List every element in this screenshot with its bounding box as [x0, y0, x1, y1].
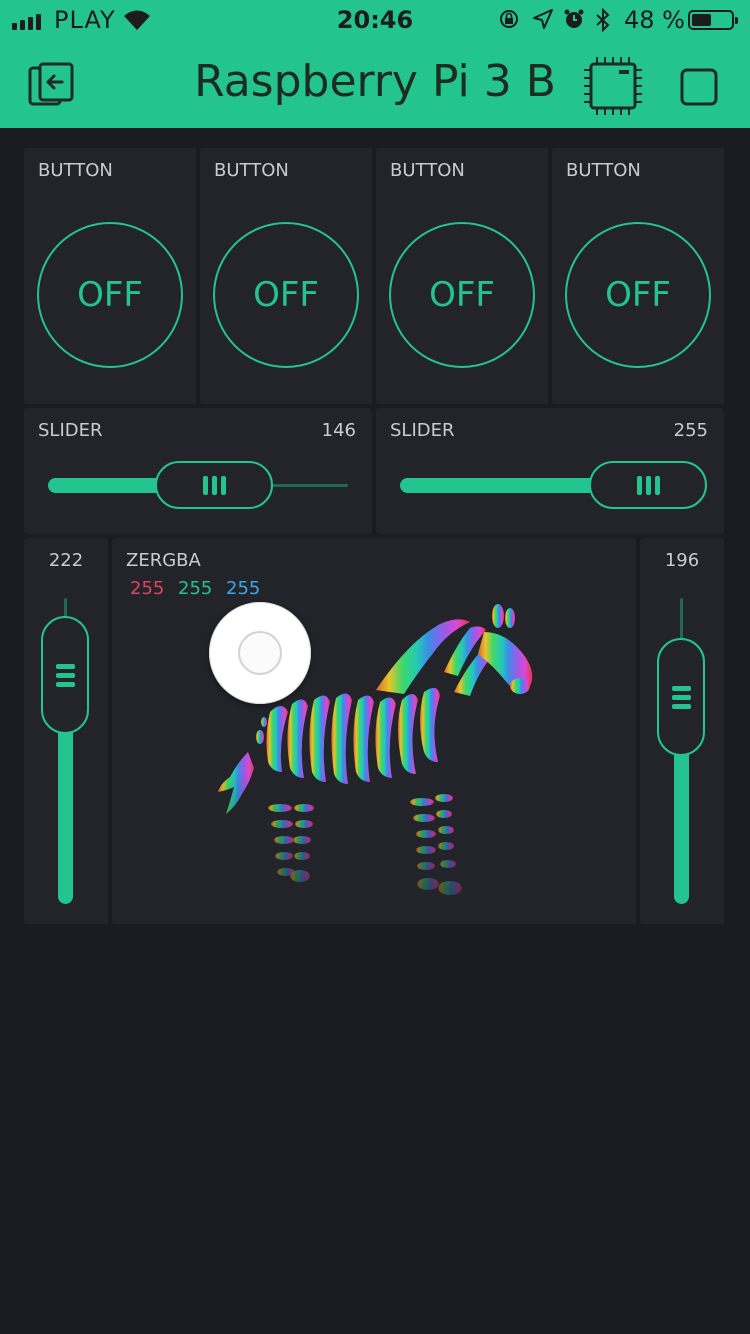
button-widget-2: BUTTON OFF [200, 148, 372, 404]
zergba-widget: ZERGBA 255 255 255 [112, 538, 636, 924]
button-widget-3: BUTTON OFF [376, 148, 548, 404]
status-bar: PLAY 20:46 48 % [0, 0, 750, 40]
widget-label: ZERGBA [126, 550, 201, 571]
red-value: 255 [130, 578, 165, 599]
battery-icon [688, 10, 738, 30]
widget-label: BUTTON [390, 160, 465, 181]
widget-label: BUTTON [38, 160, 113, 181]
power-button[interactable]: OFF [565, 222, 711, 368]
slider-handle[interactable] [589, 461, 707, 509]
orientation-lock-icon [500, 10, 518, 28]
green-value: 255 [178, 578, 213, 599]
slider-value: 146 [321, 420, 356, 441]
power-button[interactable]: OFF [37, 222, 183, 368]
slider-widget-1: SLIDER 146 [24, 408, 372, 534]
slider-widget-2: SLIDER 255 [376, 408, 724, 534]
power-button[interactable]: OFF [213, 222, 359, 368]
alarm-icon [564, 9, 584, 28]
power-button[interactable]: OFF [389, 222, 535, 368]
button-widget-4: BUTTON OFF [552, 148, 724, 404]
battery-percent: 48 % [624, 6, 685, 34]
color-picker-handle[interactable] [209, 602, 311, 704]
slider-value: 222 [48, 550, 84, 571]
slider-handle[interactable] [155, 461, 273, 509]
vertical-slider-widget-1: 222 [24, 538, 108, 924]
widget-label: BUTTON [566, 160, 641, 181]
slider-handle[interactable] [657, 638, 705, 756]
widget-label: SLIDER [390, 420, 455, 441]
app-header: PLAY 20:46 48 % Raspberry Pi 3 B [0, 0, 750, 128]
widget-label: SLIDER [38, 420, 103, 441]
slider-value: 255 [673, 420, 708, 441]
slider-value: 196 [664, 550, 700, 571]
stop-icon[interactable] [680, 68, 718, 106]
blue-value: 255 [226, 578, 261, 599]
button-widget-1: BUTTON OFF [24, 148, 196, 404]
location-icon [533, 9, 553, 29]
device-chip-icon[interactable] [583, 56, 643, 116]
vertical-slider-widget-2: 196 [640, 538, 724, 924]
bluetooth-icon [596, 8, 610, 32]
slider-handle[interactable] [41, 616, 89, 734]
widget-label: BUTTON [214, 160, 289, 181]
